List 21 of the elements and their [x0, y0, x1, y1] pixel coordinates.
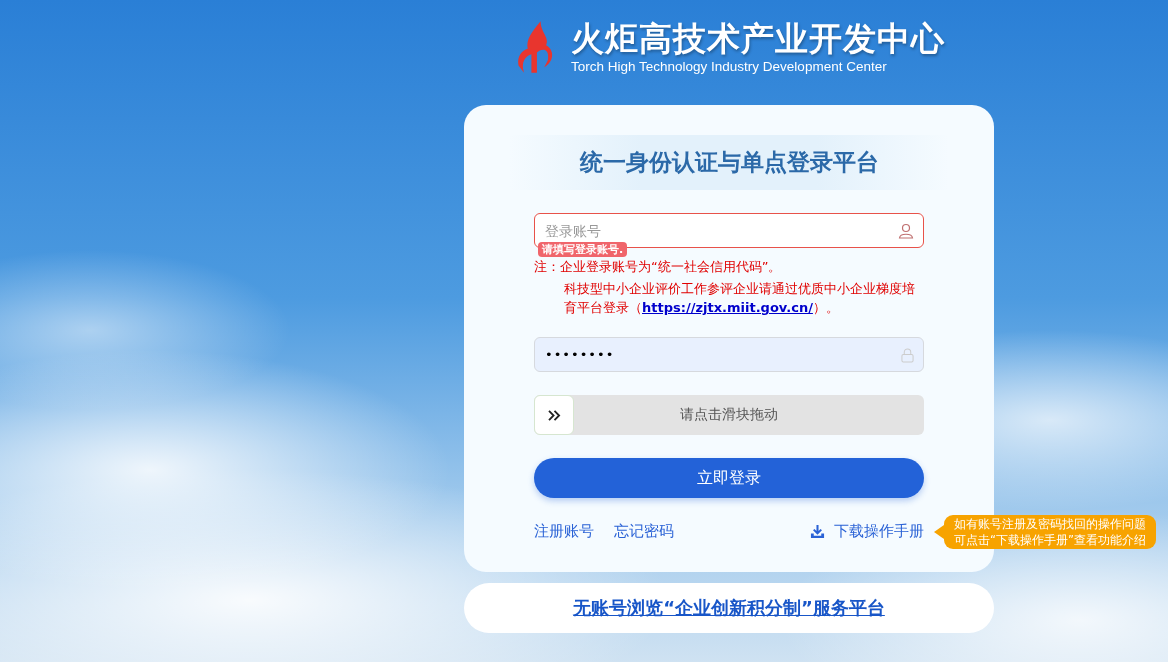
password-field[interactable]: ••••••••	[534, 337, 924, 372]
organization-title: 火炬高技术产业开发中心	[571, 19, 945, 59]
tooltip-pointer	[934, 525, 944, 539]
download-icon	[810, 524, 825, 539]
slider-label: 请点击滑块拖动	[680, 406, 778, 424]
text-link[interactable]: 忘记密码	[614, 522, 674, 541]
platform-title: 统一身份认证与单点登录平台	[579, 148, 879, 177]
error-tooltip: 请填写登录账号.	[538, 242, 628, 257]
note-text: 注：企业登录账号为“统一社会信用代码”。	[534, 258, 783, 276]
website-link[interactable]: https://zjtx.miit.gov.cn/	[642, 300, 813, 315]
text-link[interactable]: 注册账号	[534, 522, 594, 541]
organization-subtitle: Torch High Technology Industry Development Center	[571, 59, 888, 75]
browse-link[interactable]: 无账号浏览“企业创新积分制”服务平台	[573, 596, 885, 620]
login-button[interactable]: 立即登录	[534, 458, 924, 498]
lock-icon	[901, 348, 914, 363]
note-text: 科技型中小企业评价工作参评企业请通过优质中小企业梯度培育平台登录（https://zjtx.miit.gov.cn/）。	[563, 280, 916, 317]
help-tooltip: 如有账号注册及密码找回的操作问题 可点击“下载操作手册”查看功能介绍	[934, 515, 1156, 549]
double-chevron-icon	[547, 409, 561, 421]
download-link[interactable]: 下载操作手册	[810, 522, 924, 541]
slider-handle[interactable]	[534, 395, 574, 435]
user-icon	[898, 223, 914, 239]
